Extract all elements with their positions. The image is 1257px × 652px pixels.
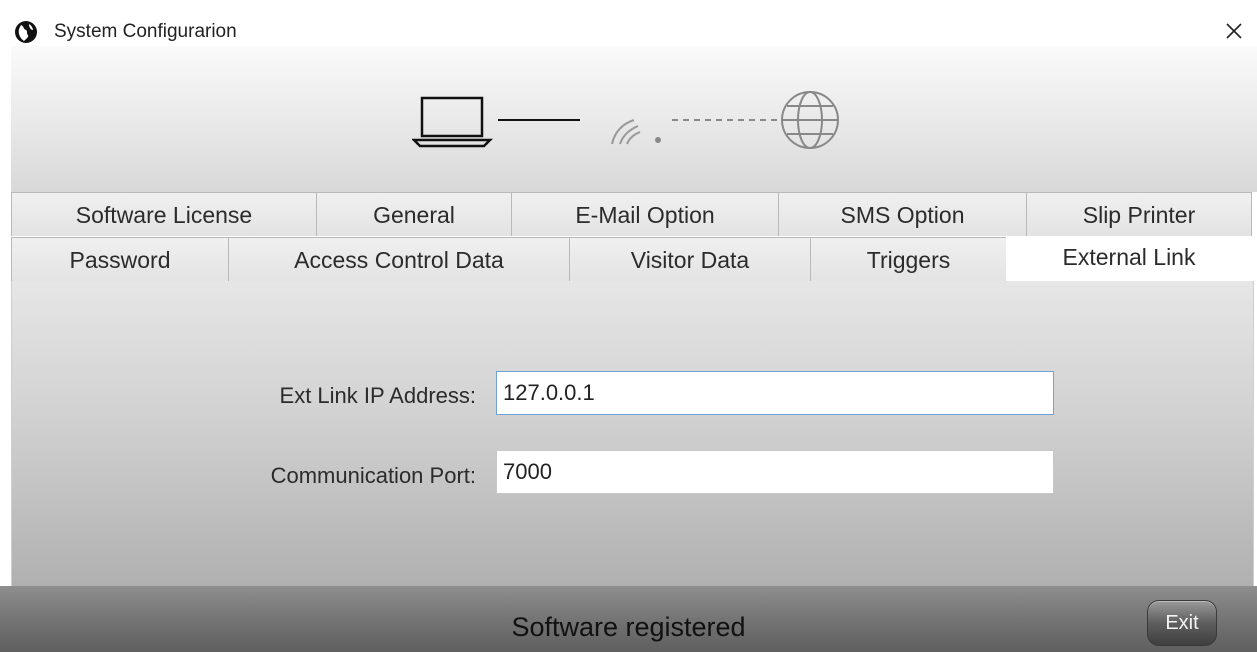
- communication-port-label: Communication Port:: [270, 463, 476, 488]
- tab-email-option[interactable]: E-Mail Option: [511, 192, 779, 236]
- header-graphic: [0, 46, 1257, 192]
- window-title: System Configurarion: [54, 21, 237, 42]
- title-bar: System Configurarion: [0, 0, 1257, 46]
- external-link-panel: Ext Link IP Address: 127.0.0.1 Communica…: [11, 281, 1254, 586]
- window-left-edge: [0, 46, 11, 586]
- registration-status: Software registered: [511, 612, 746, 642]
- ip-address-label: Ext Link IP Address:: [279, 383, 476, 408]
- globe-logo-icon: [15, 21, 37, 43]
- tab-password[interactable]: Password: [11, 237, 229, 281]
- tab-sms-option[interactable]: SMS Option: [778, 192, 1027, 236]
- status-footer: Software registered Exit: [0, 586, 1257, 652]
- wifi-signal-icon: [611, 119, 661, 145]
- tab-row-2: Password Access Control Data Visitor Dat…: [11, 237, 1252, 283]
- tab-access-control-data[interactable]: Access Control Data: [228, 237, 570, 281]
- system-configuration-window: System Configurarion Software License Ge…: [0, 0, 1257, 652]
- tab-software-license[interactable]: Software License: [11, 192, 317, 236]
- exit-button[interactable]: Exit: [1147, 600, 1217, 646]
- tab-row-1: Software License General E-Mail Option S…: [11, 192, 1252, 236]
- laptop-icon: [412, 96, 494, 148]
- tab-slip-printer[interactable]: Slip Printer: [1026, 192, 1252, 236]
- settings-tabs: Software License General E-Mail Option S…: [11, 192, 1252, 283]
- communication-port-input[interactable]: 7000: [496, 450, 1054, 494]
- connection-illustration: [412, 91, 839, 149]
- ip-address-input[interactable]: 127.0.0.1: [496, 371, 1054, 415]
- tab-visitor-data[interactable]: Visitor Data: [569, 237, 811, 281]
- tab-external-link[interactable]: External Link: [1006, 237, 1252, 283]
- tab-triggers[interactable]: Triggers: [810, 237, 1007, 281]
- tab-general[interactable]: General: [316, 192, 512, 236]
- globe-icon: [781, 91, 839, 149]
